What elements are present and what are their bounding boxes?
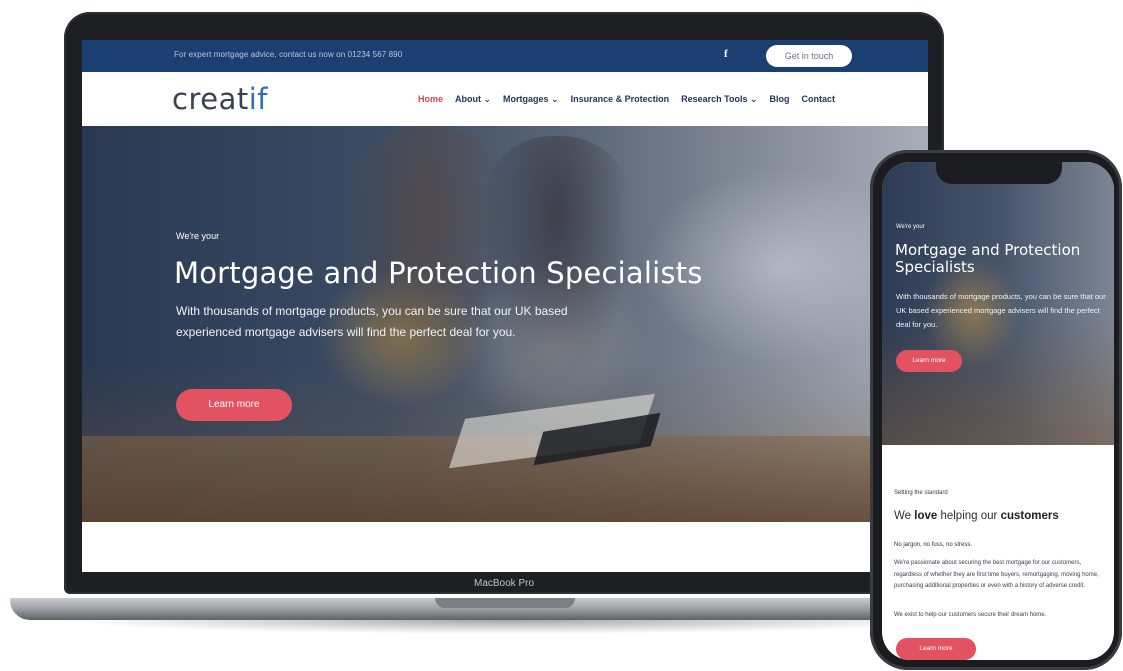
section-learn-more-button[interactable]: Learn more	[896, 638, 976, 660]
phone-hero-banner: We're your Mortgage and Protection Speci…	[882, 162, 1114, 445]
nav-menu: Home About ⌄ Mortgages ⌄ Insurance & Pro…	[418, 94, 835, 105]
top-info-bar: For expert mortgage advice, contact us n…	[82, 40, 928, 72]
logo-text-part2: if	[248, 82, 268, 116]
nav-item-insurance-protection[interactable]: Insurance & Protection	[571, 94, 670, 105]
learn-more-button[interactable]: Learn more	[176, 389, 292, 421]
phone-notch	[936, 160, 1062, 184]
laptop-screen: For expert mortgage advice, contact us n…	[82, 40, 928, 572]
laptop-shadow	[60, 620, 960, 634]
section-subheading: No jargon, no fuss, no stress.	[894, 542, 973, 548]
section-pretitle: Setting the standard	[894, 490, 948, 496]
nav-item-blog[interactable]: Blog	[770, 94, 790, 105]
nav-item-mortgages[interactable]: Mortgages ⌄	[503, 94, 559, 105]
phone-screen: We're your Mortgage and Protection Speci…	[882, 162, 1114, 660]
nav-item-home[interactable]: Home	[418, 94, 443, 105]
heading-bold-love: love	[914, 510, 938, 522]
main-navbar: creatif Home About ⌄ Mortgages ⌄ Insuran…	[82, 72, 928, 126]
phone-hero-title: Mortgage and Protection Specialists	[895, 241, 1081, 276]
nav-item-about[interactable]: About ⌄	[455, 94, 491, 105]
nav-item-research-tools[interactable]: Research Tools ⌄	[681, 94, 757, 105]
heading-text-1: We	[894, 510, 915, 522]
device-label: MacBook Pro	[473, 578, 535, 589]
hero-title: Mortgage and Protection Specialists	[174, 256, 703, 290]
contact-text: For expert mortgage advice, contact us n…	[174, 50, 403, 59]
section-paragraph-2: We exist to help our customers secure th…	[894, 612, 1047, 618]
section-paragraph: We're passionate about securing the best…	[894, 560, 1099, 589]
logo-text-part1: creat	[172, 82, 249, 116]
phone-learn-more-button[interactable]: Learn more	[896, 350, 962, 372]
laptop-notch	[435, 598, 575, 608]
facebook-icon[interactable]: f	[724, 48, 728, 60]
site-logo[interactable]: creatif	[172, 82, 268, 116]
heading-text-2: helping our	[937, 510, 1001, 522]
phone-hero-pretitle: We're your	[896, 224, 925, 230]
hero-banner: We're your Mortgage and Protection Speci…	[82, 126, 928, 522]
section-heading: We love helping our customers	[894, 510, 1059, 522]
phone-hero-description: With thousands of mortgage products, you…	[896, 292, 1106, 329]
get-in-touch-button[interactable]: Get in touch	[766, 45, 852, 67]
nav-item-contact[interactable]: Contact	[802, 94, 836, 105]
hero-pretitle: We're your	[176, 231, 220, 241]
hero-description: With thousands of mortgage products, you…	[176, 304, 568, 339]
heading-bold-customers: customers	[1000, 510, 1059, 522]
